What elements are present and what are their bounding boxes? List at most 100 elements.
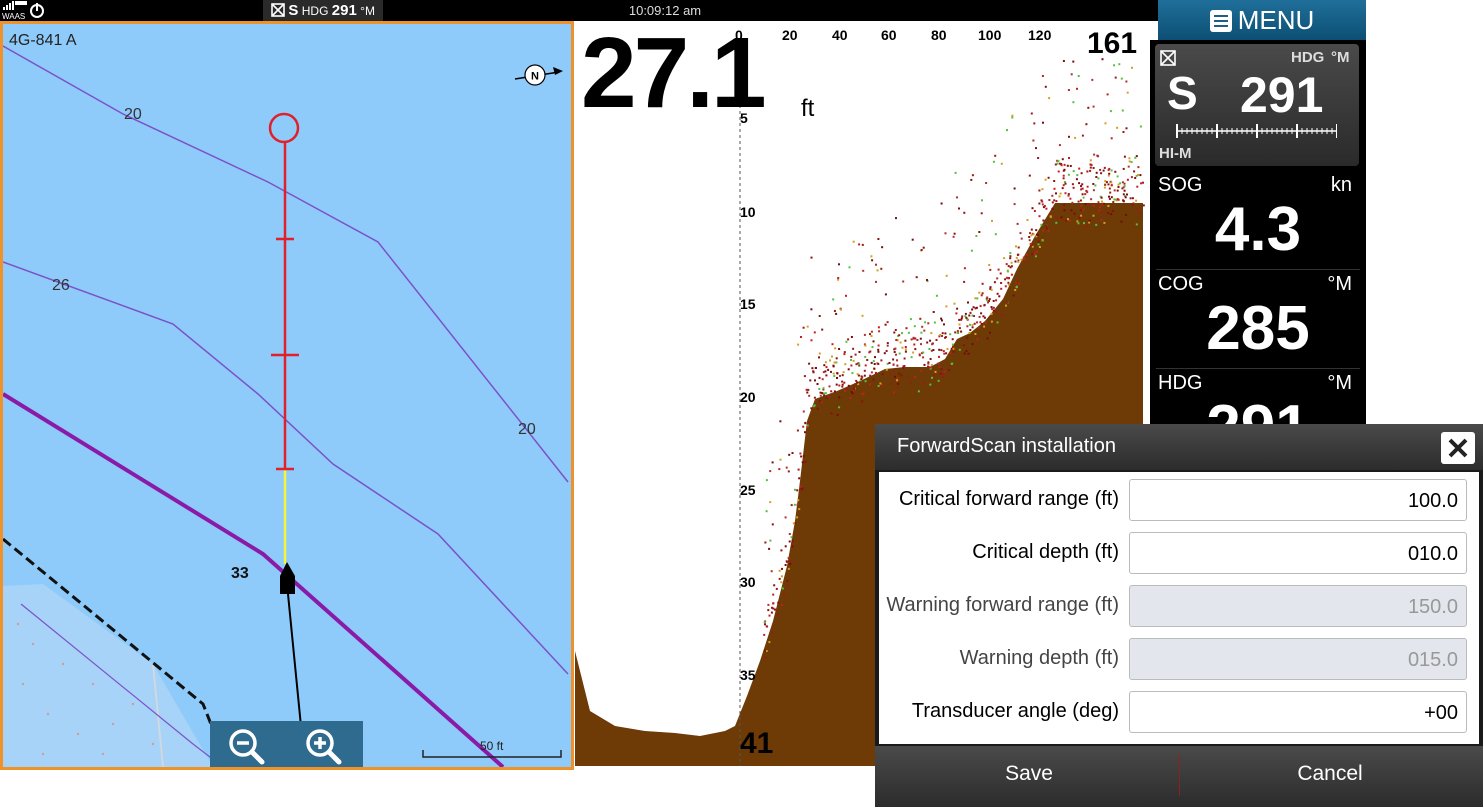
sonar-return [971, 308, 974, 311]
sonar-return [1120, 77, 1123, 80]
sonar-return [765, 650, 768, 652]
cog-value: 285 [1206, 294, 1310, 363]
sonar-return [844, 363, 847, 366]
critical-depth-input[interactable]: 010.0 [1129, 532, 1467, 574]
sonar-return [831, 343, 834, 346]
sonar-return [1130, 176, 1133, 179]
sonar-return [810, 339, 813, 342]
warning-depth-input: 015.0 [1129, 638, 1467, 680]
save-button[interactable]: Save [879, 746, 1179, 807]
sonar-return [1063, 168, 1066, 171]
sonar-return [1094, 184, 1097, 187]
sonar-return [991, 219, 993, 222]
sonar-return [784, 516, 787, 519]
sonar-return [896, 359, 898, 362]
sonar-return [895, 217, 897, 220]
sonar-return [918, 354, 921, 357]
menu-icon [1209, 10, 1232, 32]
sonar-return [863, 333, 866, 336]
sonar-return [905, 327, 908, 330]
sonar-return [885, 350, 888, 352]
sonar-return [769, 470, 772, 473]
critical-forward-range-input[interactable]: 100.0 [1129, 479, 1467, 521]
sonar-return [886, 344, 889, 347]
sonar-return [888, 362, 891, 364]
sonar-return [1000, 162, 1003, 165]
sonar-return [903, 357, 906, 360]
cancel-button[interactable]: Cancel [1180, 746, 1480, 807]
sonar-return [940, 349, 943, 352]
sonar-return [956, 307, 959, 310]
transducer-angle-input[interactable]: +00 [1129, 691, 1467, 733]
sonar-return [895, 353, 897, 356]
chart-pane[interactable]: N 4G-841 A 20 26 20 33 50 ft [0, 21, 574, 770]
sonar-return [983, 304, 986, 307]
sonar-return [796, 429, 799, 432]
sonar-return [920, 249, 923, 251]
sonar-return [1135, 199, 1138, 202]
heading-readout[interactable]: S HDG 291 °M [263, 0, 383, 21]
north-indicator[interactable]: N [514, 64, 563, 86]
sonar-return [796, 503, 799, 506]
sonar-return [1127, 165, 1130, 168]
sonar-return [881, 246, 884, 249]
sonar-return [948, 369, 951, 372]
vessel-icon[interactable] [280, 562, 295, 594]
sonar-return [1055, 200, 1058, 203]
sonar-return [847, 338, 850, 341]
sonar-return [1031, 207, 1034, 210]
sonar-return [1116, 175, 1119, 178]
compass-tile[interactable]: HDG °M S 291 HI-M [1155, 44, 1359, 166]
depth-range-value: 41 [740, 727, 774, 760]
sonar-return [1069, 219, 1072, 222]
warning-forward-range-label: Warning forward range (ft) [886, 594, 1119, 616]
menu-button[interactable]: MENU [1158, 0, 1366, 40]
sonar-return [1022, 256, 1025, 259]
sonar-return [1051, 201, 1054, 204]
close-button[interactable] [1441, 432, 1475, 464]
sonar-return [1104, 183, 1107, 186]
sonar-return [965, 316, 968, 319]
sonar-return [978, 291, 981, 294]
sonar-return [1128, 160, 1131, 163]
sonar-return [922, 356, 925, 359]
chart-canvas[interactable]: N [3, 24, 571, 767]
sonar-return [1107, 183, 1110, 186]
power-icon[interactable] [30, 3, 44, 18]
zoom-in-button[interactable] [303, 726, 347, 766]
sonar-return [791, 545, 794, 548]
sonar-return [893, 368, 895, 371]
sonar-return [1003, 257, 1006, 260]
sonar-return [901, 332, 903, 335]
sonar-return [1033, 122, 1036, 125]
sonar-return [1131, 197, 1134, 200]
sonar-return [998, 295, 1001, 298]
sonar-return [978, 315, 981, 318]
menu-label: MENU [1237, 5, 1315, 35]
zoom-out-button[interactable] [226, 726, 270, 766]
sonar-return [1123, 189, 1126, 192]
sonar-return [832, 372, 835, 375]
sonar-return [943, 352, 946, 355]
sonar-return [1080, 188, 1083, 191]
sonar-return [1042, 219, 1045, 222]
sonar-return [981, 292, 984, 295]
sonar-return [845, 387, 848, 390]
sonar-return [910, 338, 913, 341]
sonar-return [1037, 240, 1040, 243]
sonar-return [830, 370, 832, 373]
sonar-return [1058, 162, 1061, 165]
sonar-return [1015, 281, 1018, 284]
sonar-return [850, 364, 853, 367]
sonar-return [900, 374, 903, 377]
sonar-return [872, 378, 875, 381]
sonar-return [944, 336, 947, 339]
sonar-return [851, 372, 854, 375]
sonar-return [980, 212, 983, 215]
warning-forward-range-input: 150.0 [1129, 585, 1467, 627]
sonar-return [1107, 205, 1110, 207]
sonar-return [1082, 196, 1085, 199]
sonar-return [1041, 200, 1044, 203]
sonar-return [996, 277, 999, 280]
sonar-return [788, 533, 791, 535]
